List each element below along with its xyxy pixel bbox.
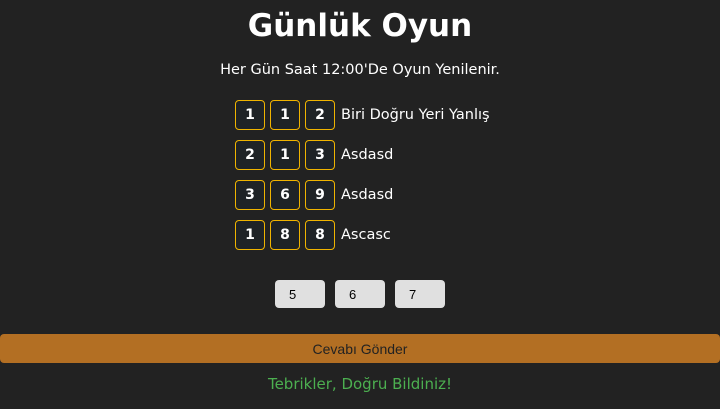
clue-row: 3 6 9 Asdasd (235, 180, 393, 210)
answer-digit-3-input[interactable] (395, 280, 445, 308)
subtitle: Her Gün Saat 12:00'De Oyun Yenilenir. (220, 62, 500, 78)
clue-digit: 8 (305, 220, 335, 250)
clue-digit: 2 (305, 100, 335, 130)
clue-hint: Asdasd (341, 187, 394, 203)
clue-digit: 1 (235, 100, 265, 130)
clue-hint: Ascasc (341, 227, 391, 243)
clue-digit: 1 (270, 140, 300, 170)
clue-digit: 3 (235, 180, 265, 210)
clue-digit: 1 (270, 100, 300, 130)
clue-row: 1 1 2 Biri Doğru Yeri Yanlış (235, 100, 490, 130)
answer-digit-2-input[interactable] (335, 280, 385, 308)
answer-digit-1-input[interactable] (275, 280, 325, 308)
clue-hint: Biri Doğru Yeri Yanlış (341, 107, 490, 123)
clue-digit: 8 (270, 220, 300, 250)
clue-digit: 2 (235, 140, 265, 170)
clue-row: 2 1 3 Asdasd (235, 140, 393, 170)
page-title: Günlük Oyun (247, 8, 473, 44)
clue-digit: 3 (305, 140, 335, 170)
clue-hint: Asdasd (341, 147, 394, 163)
clue-digit: 1 (235, 220, 265, 250)
result-message: Tebrikler, Doğru Bildiniz! (267, 375, 453, 393)
clue-digit: 9 (305, 180, 335, 210)
answer-inputs (275, 280, 445, 308)
clue-row: 1 8 8 Ascasc (235, 220, 391, 250)
submit-answer-button[interactable]: Cevabı Gönder (0, 334, 720, 363)
clue-digit: 6 (270, 180, 300, 210)
